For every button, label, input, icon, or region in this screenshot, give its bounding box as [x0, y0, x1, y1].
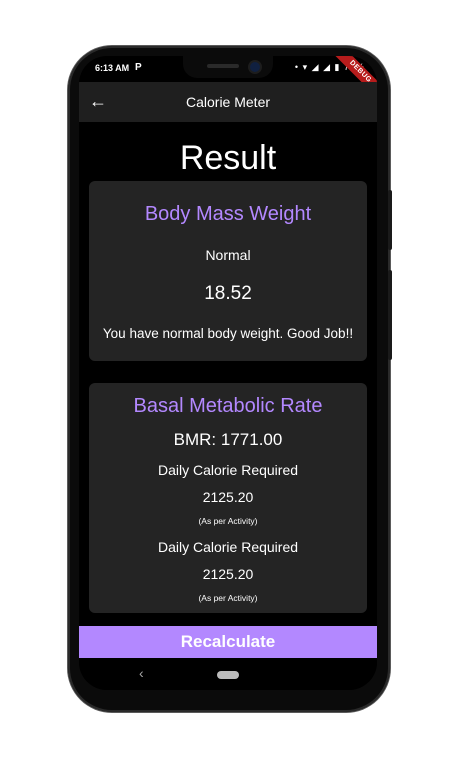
status-time: 6:13 AM [95, 63, 130, 73]
daily-calorie-value: 2125.20 [202, 489, 254, 505]
signal-icon-2: ◢ [323, 62, 331, 72]
result-heading: Result [179, 139, 277, 177]
status-bar: 6:13 AM P • ▾ ◢ ◢ ▮ 78% DEBUG [79, 56, 377, 101]
signal-icon: ◢ [311, 62, 320, 72]
pin-notification-icon: P [135, 62, 142, 73]
bmi-value: 18.52 [204, 283, 252, 304]
speaker-grille [207, 64, 239, 68]
power-button [388, 190, 392, 250]
activity-note: (As per Activity) [198, 516, 258, 526]
volume-button [388, 270, 392, 360]
bmi-message: You have normal body weight. Good Job!! [102, 326, 354, 341]
dot-icon: • [294, 62, 300, 72]
recalculate-button[interactable]: Recalculate [79, 626, 377, 658]
app-bar: ← Calorie Meter [79, 82, 377, 122]
nav-home-pill[interactable] [217, 671, 239, 679]
bmr-card-title: Basal Metabolic Rate [133, 395, 323, 417]
system-nav-bar: ‹ [79, 658, 377, 690]
app-bar-title: Calorie Meter [185, 94, 271, 110]
bmi-card-title: Body Mass Weight [144, 203, 312, 225]
daily-calorie-label: Daily Calorie Required [157, 462, 299, 478]
daily-calorie-value: 2125.20 [202, 566, 254, 582]
front-camera-icon [250, 62, 260, 72]
nav-back-icon[interactable]: ‹ [139, 665, 144, 681]
daily-calorie-label: Daily Calorie Required [157, 539, 299, 555]
wifi-icon: ▾ [302, 62, 309, 72]
activity-note: (As per Activity) [198, 593, 258, 603]
app-screen: 6:13 AM P • ▾ ◢ ◢ ▮ 78% DEBUG ← Calorie … [79, 56, 377, 690]
battery-icon: ▮ [334, 62, 341, 72]
bmi-card: Body Mass Weight Normal 18.52 You have n… [89, 181, 367, 361]
bmr-value: BMR: 1771.00 [173, 430, 283, 449]
bmi-category: Normal [205, 247, 251, 263]
bmr-card: Basal Metabolic Rate BMR: 1771.00 Daily … [89, 383, 367, 613]
